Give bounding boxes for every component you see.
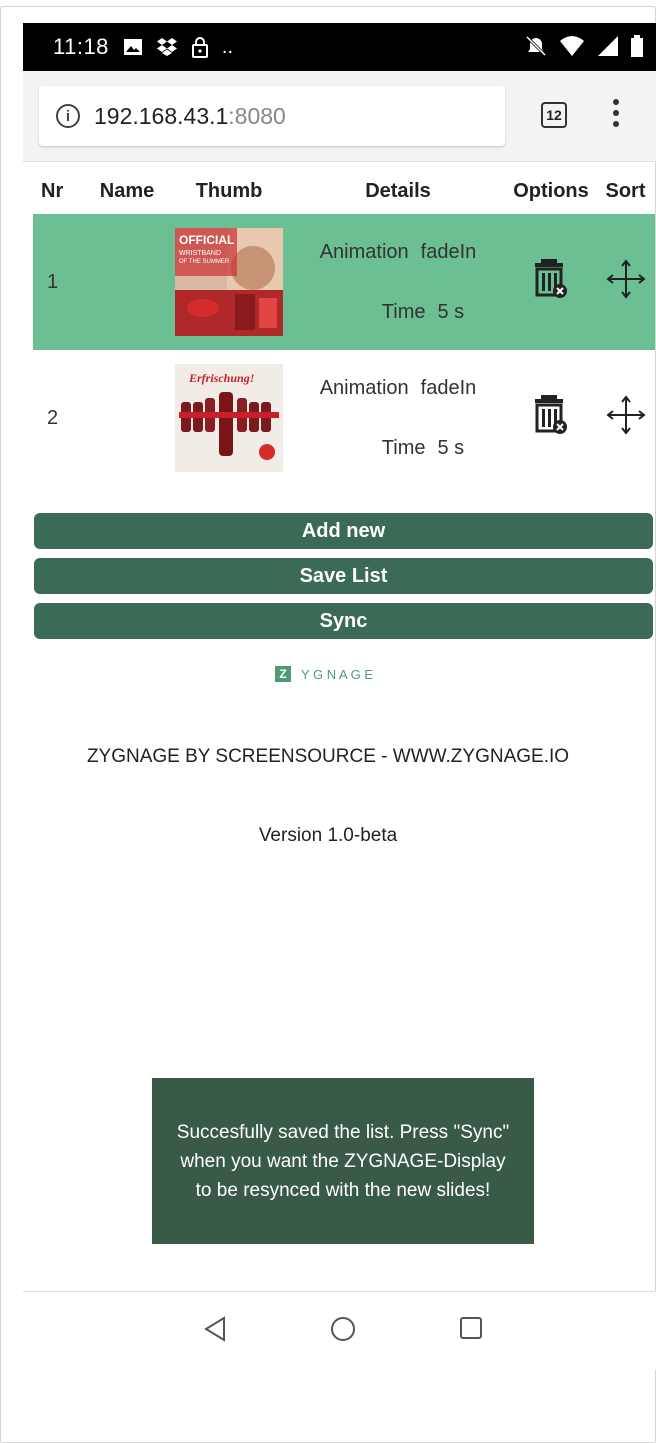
overflow-menu-icon[interactable]	[613, 99, 619, 127]
signal-icon	[598, 36, 618, 56]
address-bar[interactable]: i 192.168.43.1:8080	[39, 86, 505, 146]
zygnage-logo: Z Y G N A G E	[275, 666, 373, 682]
table-row[interactable]: 1 OFFICIAL WRISTBAND OF THE SUMMER Anima…	[33, 214, 655, 350]
row-options	[506, 350, 596, 486]
add-new-button[interactable]: Add new	[34, 513, 653, 549]
browser-toolbar: i 192.168.43.1:8080 12	[23, 71, 656, 162]
row-thumb[interactable]: Erfrischung!	[168, 350, 290, 486]
more-notifications: ..	[221, 35, 234, 58]
lock-icon	[191, 37, 208, 58]
table-row[interactable]: 2 Erfrischung! Animation fadeIn Time 5 s	[33, 350, 655, 486]
mute-icon	[525, 35, 547, 57]
wifi-icon	[560, 36, 584, 56]
row-sort	[596, 214, 655, 350]
row-nr: 2	[47, 406, 59, 429]
logo-text: Y G N A G E	[301, 666, 374, 682]
slides-table: Nr Name Thumb Details Options Sort 1 OFF…	[33, 168, 655, 486]
delete-icon[interactable]	[533, 259, 569, 299]
android-nav-bar	[23, 1291, 656, 1370]
recents-icon[interactable]	[459, 1316, 483, 1340]
col-thumb: Thumb	[195, 179, 263, 202]
move-icon[interactable]	[605, 259, 646, 299]
dropbox-icon	[156, 38, 177, 56]
back-icon[interactable]	[203, 1316, 227, 1342]
slide-thumbnail[interactable]: OFFICIAL WRISTBAND OF THE SUMMER	[175, 228, 283, 336]
footer-credit: ZYGNAGE BY SCREENSOURCE - WWW.ZYGNAGE.IO	[86, 746, 570, 767]
url-text: 192.168.43.1:8080	[94, 102, 286, 129]
col-details: Details	[365, 179, 431, 202]
save-list-button[interactable]: Save List	[34, 558, 653, 594]
col-name: Name	[99, 179, 155, 202]
version-text: Version 1.0-beta	[258, 825, 398, 846]
svg-text:WRISTBAND: WRISTBAND	[179, 250, 221, 257]
thumb-text: OFFICIAL	[179, 233, 234, 247]
row-name	[86, 350, 168, 486]
row-options	[506, 214, 596, 350]
logo-mark: Z	[275, 666, 291, 682]
col-options: Options	[513, 179, 589, 202]
delete-icon[interactable]	[533, 395, 569, 435]
toast-message: Succesfully saved the list. Press "Sync"…	[152, 1078, 534, 1244]
row-nr: 1	[47, 270, 59, 293]
row-details: Animation fadeIn Time 5 s	[319, 377, 477, 459]
status-time: 11:18	[53, 34, 109, 59]
row-sort	[596, 350, 655, 486]
slide-thumbnail[interactable]: Erfrischung!	[175, 364, 283, 472]
row-name	[86, 214, 168, 350]
move-icon[interactable]	[605, 395, 646, 435]
table-header-row: Nr Name Thumb Details Options Sort	[33, 168, 655, 214]
col-nr: Nr	[41, 179, 64, 202]
svg-text:OF THE SUMMER: OF THE SUMMER	[179, 259, 230, 265]
tab-switcher-button[interactable]: 12	[541, 102, 567, 128]
image-notification-icon	[123, 39, 142, 55]
battery-icon	[631, 35, 643, 57]
sync-button[interactable]: Sync	[34, 603, 653, 639]
info-icon[interactable]: i	[56, 104, 80, 128]
home-icon[interactable]	[330, 1316, 356, 1342]
col-sort: Sort	[605, 179, 646, 202]
status-bar: 11:18 ..	[23, 23, 656, 71]
row-thumb[interactable]: OFFICIAL WRISTBAND OF THE SUMMER	[168, 214, 290, 350]
thumb-text: Erfrischung!	[188, 371, 254, 385]
row-details: Animation fadeIn Time 5 s	[319, 241, 477, 323]
